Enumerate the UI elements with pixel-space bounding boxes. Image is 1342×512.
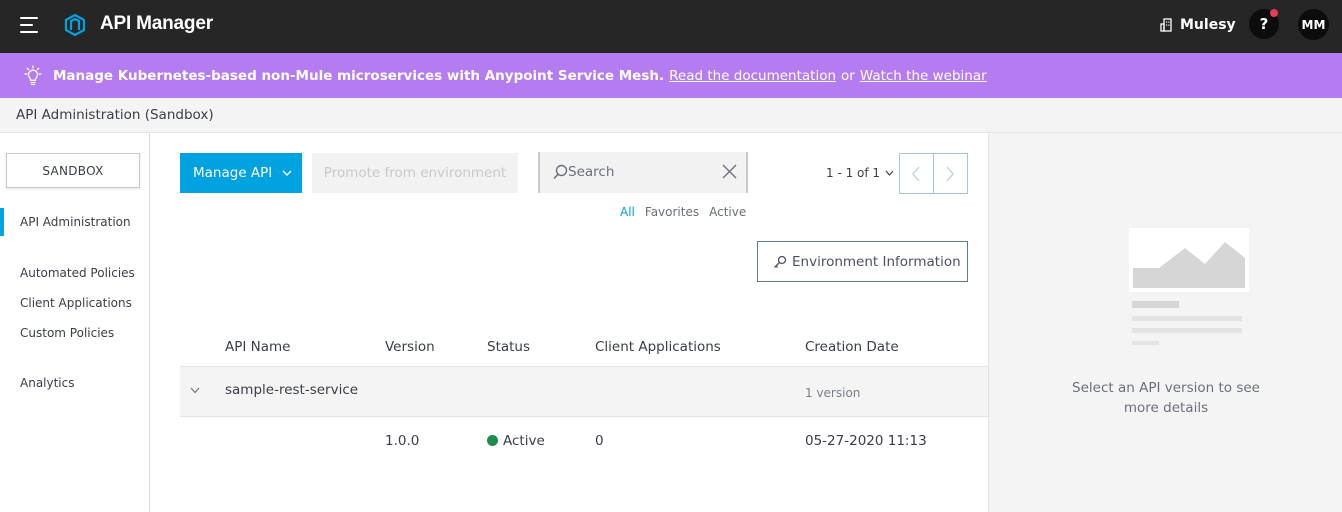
detail-panel: Select an API version to see more detail…: [988, 133, 1342, 512]
filter-all[interactable]: All: [620, 205, 635, 219]
api-name: sample-rest-service: [225, 382, 359, 398]
breadcrumb: API Administration (Sandbox): [0, 98, 1342, 133]
table-row[interactable]: 1.0.0 Active 0 05-27-2020 11:13: [180, 417, 988, 465]
filter-favorites[interactable]: Favorites: [645, 205, 699, 219]
read-documentation-link[interactable]: Read the documentation: [669, 68, 836, 84]
next-page-button[interactable]: [934, 154, 968, 193]
environment-information-label: Environment Information: [792, 253, 961, 270]
close-icon[interactable]: [722, 164, 737, 179]
pagination-text: 1 - 1 of 1: [826, 166, 881, 180]
column-header-status[interactable]: Status: [487, 339, 530, 355]
column-header-creation-date[interactable]: Creation Date: [805, 339, 899, 355]
empty-state-text: Select an API version to see more detail…: [1072, 380, 1260, 416]
filter-active[interactable]: Active: [709, 205, 746, 219]
banner-separator: or: [841, 67, 855, 84]
sidebar-item-automated-policies[interactable]: Automated Policies: [20, 266, 135, 280]
empty-state-illustration-icon: [1129, 228, 1249, 345]
hamburger-menu-icon[interactable]: [20, 15, 40, 35]
user-avatar[interactable]: MM: [1298, 9, 1329, 40]
sidebar: SANDBOX API Administration Automated Pol…: [0, 133, 150, 512]
top-navigation-bar: API Manager Mulesy ? MM: [0, 0, 1342, 53]
column-header-api-name[interactable]: API Name: [225, 339, 290, 355]
page-title: API Administration (Sandbox): [16, 107, 214, 123]
sidebar-item-client-applications[interactable]: Client Applications: [20, 296, 132, 310]
org-name: Mulesy: [1180, 17, 1236, 33]
status-label: Active: [503, 433, 545, 449]
key-icon: [774, 255, 787, 268]
org-switcher[interactable]: Mulesy: [1160, 15, 1236, 35]
version-count: 1 version: [805, 386, 861, 400]
search-input[interactable]: [568, 162, 718, 182]
status-cell: Active: [487, 433, 545, 449]
previous-page-button[interactable]: [900, 154, 934, 193]
search-icon: [553, 164, 568, 180]
pagination-dropdown[interactable]: 1 - 1 of 1: [826, 166, 894, 180]
chevron-right-icon: [946, 166, 955, 181]
notification-dot: [1270, 9, 1278, 17]
environment-switcher-button[interactable]: SANDBOX: [6, 153, 140, 188]
watch-webinar-link[interactable]: Watch the webinar: [860, 68, 987, 84]
environment-information-button[interactable]: Environment Information: [757, 241, 968, 282]
column-header-client-applications[interactable]: Client Applications: [595, 339, 721, 355]
building-icon: [1160, 18, 1172, 32]
column-header-version[interactable]: Version: [385, 339, 435, 355]
chevron-down-icon: [885, 170, 894, 176]
manage-api-button[interactable]: Manage API: [180, 153, 302, 193]
creation-date-cell: 05-27-2020 11:13: [805, 433, 927, 449]
active-nav-indicator: [0, 208, 4, 236]
chevron-left-icon: [912, 166, 920, 181]
manage-api-label: Manage API: [193, 165, 273, 181]
lightbulb-icon: [24, 64, 42, 85]
client-applications-cell: 0: [595, 433, 604, 449]
chevron-down-icon[interactable]: [190, 387, 200, 394]
announcement-banner: Manage Kubernetes-based non-Mule microse…: [0, 53, 1342, 98]
promote-from-environment-button[interactable]: Promote from environment: [312, 153, 518, 193]
pagination-buttons: [899, 153, 968, 194]
sidebar-item-api-administration[interactable]: API Administration: [20, 215, 131, 229]
sidebar-item-custom-policies[interactable]: Custom Policies: [20, 326, 114, 340]
version-cell: 1.0.0: [385, 433, 420, 449]
status-active-icon: [487, 435, 498, 446]
sidebar-item-analytics[interactable]: Analytics: [20, 376, 75, 390]
app-title: API Manager: [100, 13, 213, 34]
api-group-row[interactable]: sample-rest-service 1 version: [180, 366, 988, 417]
search-box: [538, 152, 748, 193]
empty-state-message: Select an API version to see more detail…: [989, 378, 1342, 418]
chevron-down-icon: [282, 170, 292, 176]
filter-tabs: All Favorites Active: [620, 205, 756, 219]
api-manager-logo-icon: [64, 13, 86, 37]
banner-message: Manage Kubernetes-based non-Mule microse…: [53, 67, 665, 84]
